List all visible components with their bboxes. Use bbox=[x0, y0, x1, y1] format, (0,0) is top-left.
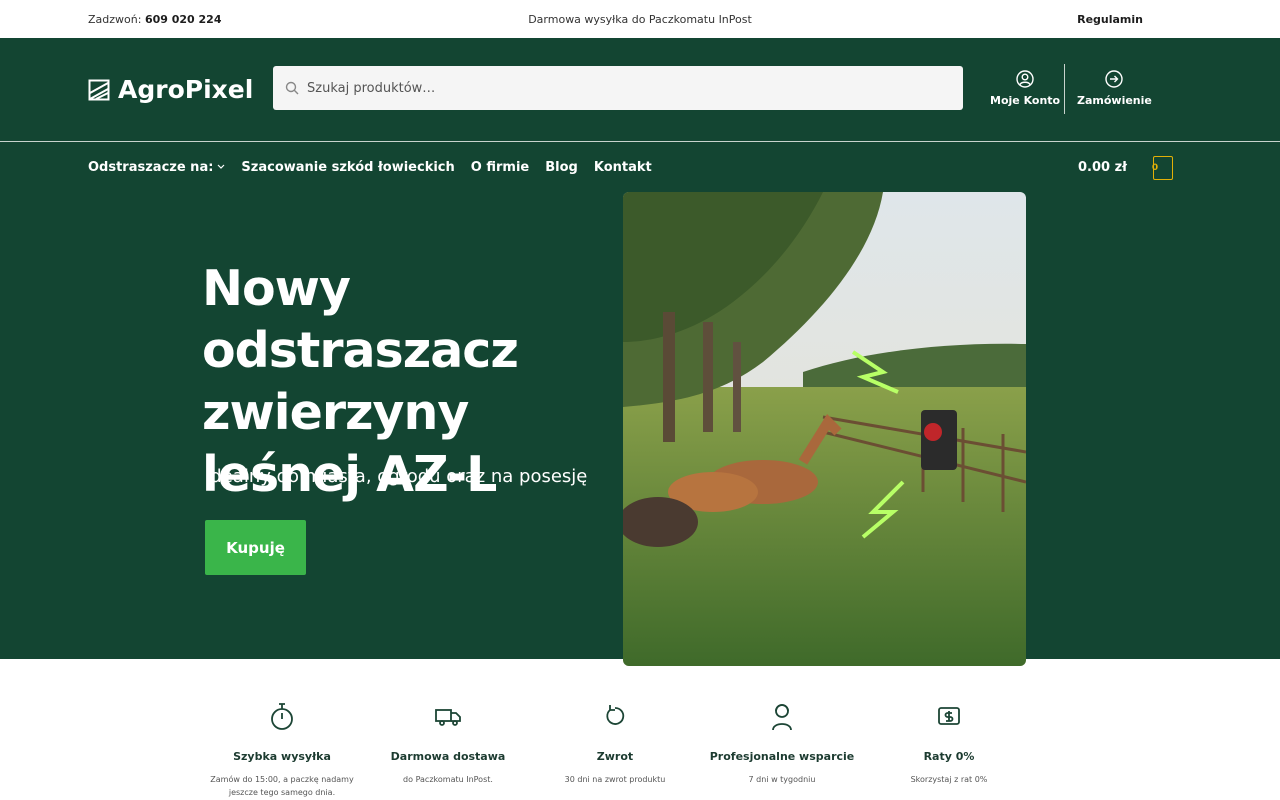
feature-free-delivery: Darmowa dostawa do Paczkomatu InPost. bbox=[373, 700, 523, 786]
search-input[interactable] bbox=[305, 79, 949, 97]
feature-desc: Zamów do 15:00, a paczkę nadamy jeszcze t… bbox=[207, 773, 357, 799]
nav-item-blog[interactable]: Blog bbox=[545, 160, 578, 175]
main-nav: Odstraszacze na: Szacowanie szkód łowiec… bbox=[0, 142, 1280, 192]
buy-button[interactable]: Kupuję bbox=[205, 520, 306, 575]
shipping-note: Darmowa wysyłka do Paczkomatu InPost bbox=[528, 12, 752, 26]
feature-title: Szybka wysyłka bbox=[233, 750, 331, 763]
nav-item-contact[interactable]: Kontakt bbox=[594, 160, 652, 175]
stopwatch-icon bbox=[271, 703, 293, 730]
top-bar: Zadzwoń: 609 020 224 Darmowa wysyłka do … bbox=[0, 0, 1280, 38]
logo-icon bbox=[88, 79, 110, 100]
nav-item-deterrents[interactable]: Odstraszacze na: bbox=[88, 160, 225, 175]
hero-subtitle: Idealny do miasta, ogrodu oraz na posesj… bbox=[205, 466, 588, 487]
feature-title: Darmowa dostawa bbox=[390, 750, 506, 763]
user-icon bbox=[1016, 70, 1034, 88]
chevron-down-icon bbox=[217, 164, 225, 169]
hero-illustration bbox=[623, 192, 1026, 666]
feature-fast-shipping: Szybka wysyłka Zamów do 15:00, a paczkę … bbox=[207, 700, 357, 799]
feature-title: Profesjonalne wsparcie bbox=[709, 750, 855, 763]
logo[interactable]: AgroPixel bbox=[88, 75, 273, 104]
search-box[interactable] bbox=[273, 66, 963, 110]
feature-return: Zwrot 30 dni na zwrot produktu bbox=[540, 700, 690, 786]
hero-section: Nowy odstraszacz zwierzyny leśnej AZ-L I… bbox=[0, 192, 1280, 666]
nav-item-damage-assessment[interactable]: Szacowanie szkód łowieckich bbox=[241, 160, 454, 175]
phone-number[interactable]: 609 020 224 bbox=[145, 13, 222, 26]
nav-item-deterrents-label: Odstraszacze na: bbox=[88, 159, 214, 175]
nav-item-about[interactable]: O firmie bbox=[471, 160, 529, 175]
feature-installments: Raty 0% Skorzystaj z rat 0% bbox=[874, 700, 1024, 786]
return-arrow-icon bbox=[606, 705, 625, 725]
feature-desc: Skorzystaj z rat 0% bbox=[910, 775, 988, 784]
cart-button[interactable]: 0.00 zł 0 bbox=[1078, 154, 1173, 180]
feature-desc: do Paczkomatu InPost. bbox=[403, 775, 493, 784]
site-header: AgroPixel Moje Konto Zamówienie bbox=[0, 38, 1280, 141]
feature-support: Profesjonalne wsparcie 7 dni w tygodniu bbox=[707, 700, 857, 786]
arrow-right-circle-icon bbox=[1105, 70, 1124, 88]
order-link[interactable]: Zamówienie bbox=[1077, 70, 1152, 107]
terms-link[interactable]: Regulamin bbox=[1077, 13, 1143, 26]
feature-title: Raty 0% bbox=[923, 750, 975, 763]
support-headset-icon bbox=[772, 704, 792, 731]
delivery-truck-icon bbox=[435, 709, 461, 726]
search-icon bbox=[285, 81, 299, 95]
cart-bag-icon: 0 bbox=[1151, 156, 1173, 180]
feature-desc: 7 dni w tygodniu bbox=[748, 775, 816, 784]
feature-desc: 30 dni na zwrot produktu bbox=[564, 775, 666, 784]
installment-money-icon bbox=[938, 707, 960, 725]
logo-text: AgroPixel bbox=[118, 75, 254, 104]
account-label: Moje Konto bbox=[990, 94, 1061, 107]
account-link[interactable]: Moje Konto bbox=[990, 70, 1060, 107]
order-label: Zamówienie bbox=[1077, 94, 1152, 107]
phone-label: Zadzwoń: bbox=[88, 12, 142, 26]
feature-desc-line-2: jeszcze tego samego dnia. bbox=[228, 788, 336, 797]
hero-image bbox=[623, 192, 1026, 666]
cart-total: 0.00 zł bbox=[1078, 159, 1127, 175]
feature-title: Zwrot bbox=[596, 750, 634, 763]
phone-info: Zadzwoń: 609 020 224 bbox=[88, 13, 221, 26]
header-divider bbox=[1064, 64, 1065, 114]
cart-count: 0 bbox=[1151, 163, 1159, 173]
feature-desc-line-1: Zamów do 15:00, a paczkę nadamy bbox=[210, 775, 354, 784]
